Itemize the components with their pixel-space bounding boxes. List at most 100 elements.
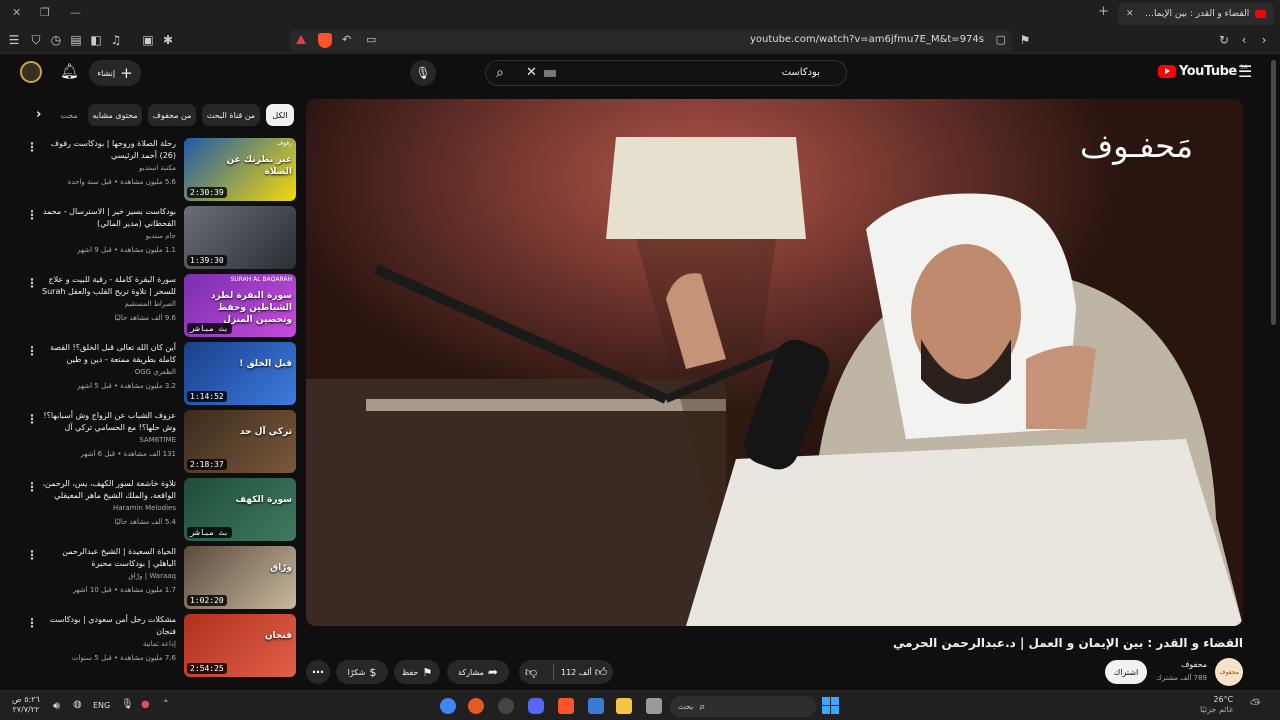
taskbar-search[interactable]: ⌕ بحث xyxy=(670,696,816,717)
video-thumbnail[interactable]: رفوف غير نظرتك عن الصلاة 2:30:39 xyxy=(184,138,296,201)
video-thumbnail[interactable]: ورّاق 1:02:20 xyxy=(184,546,296,609)
youtube-logo[interactable]: YouTube SA xyxy=(1158,64,1248,79)
more-options-icon[interactable]: ⋮ xyxy=(26,276,38,290)
more-options-icon[interactable]: ⋮ xyxy=(26,208,38,222)
history-icon[interactable]: ◷ xyxy=(48,32,64,48)
recommendation-title[interactable]: سورة البقرة كاملة - رقية للبيت و علاج لل… xyxy=(40,274,176,298)
more-actions-button[interactable]: ⋯ xyxy=(306,660,330,684)
recommendation-item[interactable]: قبل الخلق ! 1:14:52 أين كان الله تعالى قبل… xyxy=(18,342,296,406)
recommendation-item[interactable]: تركي آل حد 2:18:37 عزوف الشباب عن الزواج و… xyxy=(18,410,296,474)
recommendation-item[interactable]: سورة الكهف بث مباشر تلاوة خاشعة لسور الكهف… xyxy=(18,478,296,542)
channel-name[interactable]: محفوف xyxy=(1181,660,1207,669)
recommendation-title[interactable]: رحلة الصلاة وروحها | بودكاست رفوف (26) أ… xyxy=(40,138,176,162)
minimize-window-icon[interactable]: — xyxy=(70,6,81,19)
recommendation-title[interactable]: عزوف الشباب عن الزواج وش أسبابها؟! وش حل… xyxy=(40,410,176,434)
new-tab-icon[interactable]: + xyxy=(1098,4,1109,19)
cast-icon[interactable]: ▭ xyxy=(366,33,376,46)
recommendation-channel[interactable]: Haramin Melodies xyxy=(40,504,176,512)
search-icon[interactable]: ⌕ xyxy=(496,65,504,81)
browser-tab-active[interactable]: القضاء و القدر : بين الإيمان و الع ✕ xyxy=(1118,3,1274,25)
clock[interactable]: ٥:٢٦ ص ٢٧/٧/٢٢ xyxy=(12,695,40,715)
save-button[interactable]: حفظ ⚑ xyxy=(394,660,440,684)
channel-avatar[interactable]: محفوف xyxy=(1215,658,1243,686)
chrome-icon[interactable] xyxy=(440,698,456,714)
wallet-icon[interactable]: ▤ xyxy=(68,32,84,48)
recommendation-channel[interactable]: SAM6TIME xyxy=(40,436,176,444)
recommendation-title[interactable]: الحياة السعيدة | الشيخ عبدالرحمن الباهلي… xyxy=(40,546,176,570)
recommendation-title[interactable]: مشكلات رجل أمن سعودي | بودكاست فنجان xyxy=(40,614,176,638)
screenshot-icon[interactable]: ▣ xyxy=(140,32,156,48)
volume-icon[interactable]: 🔊︎ xyxy=(53,699,60,713)
sidebar-icon[interactable]: ◧ xyxy=(88,32,104,48)
recommendation-item[interactable]: ورّاق 1:02:20 الحياة السعيدة | الشيخ عبدال… xyxy=(18,546,296,610)
back-icon[interactable]: ‹ xyxy=(1236,32,1252,48)
voice-search-button[interactable]: 🎙︎ xyxy=(410,60,436,86)
recommendation-item[interactable]: فنجان 2:54:25 مشكلات رجل أمن سعودي | بودكا… xyxy=(18,614,296,678)
video-thumbnail[interactable]: فنجان 2:54:25 xyxy=(184,614,296,677)
brave-icon[interactable] xyxy=(558,698,574,714)
network-icon[interactable]: ◍ xyxy=(73,699,82,710)
recommendation-channel[interactable]: إذاعة ثمانية xyxy=(40,640,176,648)
recommendation-channel[interactable]: Waraaq | ورّاق xyxy=(40,572,176,580)
bookmark-icon[interactable]: ⚑ xyxy=(1017,32,1033,48)
recommendation-channel[interactable]: الصراط المستقيم xyxy=(40,300,176,308)
video-player[interactable]: مَحفـوف xyxy=(306,99,1243,626)
recommendation-item[interactable]: رفوف غير نظرتك عن الصلاة 2:30:39 رحلة الصلا… xyxy=(18,138,296,202)
menu-icon[interactable]: ☰ xyxy=(6,32,22,48)
brave-rewards-icon[interactable] xyxy=(296,35,306,44)
notifications-icon[interactable]: 🔔︎ xyxy=(60,62,79,80)
thanks-button[interactable]: شكرًا $ xyxy=(336,660,388,684)
windows-start-icon[interactable] xyxy=(822,697,839,714)
share-page-icon[interactable]: ↶ xyxy=(342,33,351,46)
guide-menu-icon[interactable]: ☰ xyxy=(1238,62,1252,81)
recommendation-channel[interactable]: جام ستديو xyxy=(40,232,176,240)
task-view-icon[interactable] xyxy=(646,698,662,714)
store-icon[interactable] xyxy=(588,698,604,714)
restore-window-icon[interactable]: ❐ xyxy=(40,6,50,19)
like-button[interactable]: 112 ألف 👍︎ xyxy=(561,665,607,680)
recommendation-item[interactable]: SURAH AL BAQARAH سورة البقرة لطرد الشياطي… xyxy=(18,274,296,338)
video-thumbnail[interactable]: سورة الكهف بث مباشر xyxy=(184,478,296,541)
language-indicator[interactable]: ENG xyxy=(93,701,110,710)
chip-all[interactable]: الكل xyxy=(266,104,294,126)
reload-icon[interactable]: ↻ xyxy=(1216,32,1232,48)
video-thumbnail[interactable]: تركي آل حد 2:18:37 xyxy=(184,410,296,473)
chevron-right-icon[interactable]: › xyxy=(36,107,41,122)
avatar[interactable] xyxy=(20,61,42,83)
chip-similar-content[interactable]: محتوى مشابه xyxy=(88,104,142,126)
more-options-icon[interactable]: ⋮ xyxy=(26,548,38,562)
recommendation-title[interactable]: تلاوة خاشعة لسور الكهف، يس، الرحمن، الوا… xyxy=(40,478,176,502)
search-input[interactable]: ⌕ ✕ بودكاست xyxy=(485,60,847,86)
clear-search-icon[interactable]: ✕ xyxy=(526,65,537,80)
extensions-icon[interactable]: ✱ xyxy=(160,32,176,48)
close-tab-icon[interactable]: ✕ xyxy=(1126,9,1134,19)
weather-widget[interactable]: 26°C غائم جزئيًا xyxy=(1200,695,1233,715)
more-options-icon[interactable]: ⋮ xyxy=(26,344,38,358)
more-options-icon[interactable]: ⋮ xyxy=(26,616,38,630)
chip-partial[interactable]: محت xyxy=(56,104,82,126)
recommendation-channel[interactable]: مكتبة استديو xyxy=(40,164,176,172)
music-icon[interactable]: ♫ xyxy=(108,32,124,48)
shield-icon[interactable]: ⛉ xyxy=(28,32,44,48)
recommendation-item[interactable]: 1:39:30 بودكاست بسير خير | الاسترسال - مح… xyxy=(18,206,296,270)
create-button[interactable]: إنشاء + xyxy=(89,60,141,86)
more-options-icon[interactable]: ⋮ xyxy=(26,412,38,426)
address-bar[interactable]: ↶ ▭ youtube.com/watch?v=am6jfmu7E_M&t=97… xyxy=(290,30,1012,52)
recommendation-title[interactable]: أين كان الله تعالى قبل الخلق؟! القصة كام… xyxy=(40,342,176,366)
forward-icon[interactable]: › xyxy=(1256,32,1272,48)
chip-from-mahfouf[interactable]: من محفوف xyxy=(148,104,196,126)
more-options-icon[interactable]: ⋮ xyxy=(26,480,38,494)
app-tray-icon[interactable]: ● xyxy=(141,699,150,710)
mic-tray-icon[interactable]: 🎙︎ xyxy=(121,699,134,710)
share-button[interactable]: مشاركة ➦ xyxy=(447,660,509,684)
site-info-icon[interactable]: ▢ xyxy=(996,33,1006,46)
discord-icon[interactable] xyxy=(528,698,544,714)
recommendation-title[interactable]: بودكاست بسير خير | الاسترسال - محمد القح… xyxy=(40,206,176,230)
firefox-icon[interactable] xyxy=(468,698,484,714)
more-options-icon[interactable]: ⋮ xyxy=(26,140,38,154)
page-scrollbar[interactable] xyxy=(1271,60,1276,325)
video-thumbnail[interactable]: 1:39:30 xyxy=(184,206,296,269)
recommendation-channel[interactable]: الظفري OGG xyxy=(40,368,176,376)
brave-shields-icon[interactable] xyxy=(318,33,332,48)
chip-from-search-channel[interactable]: من قناة البحث xyxy=(202,104,260,126)
